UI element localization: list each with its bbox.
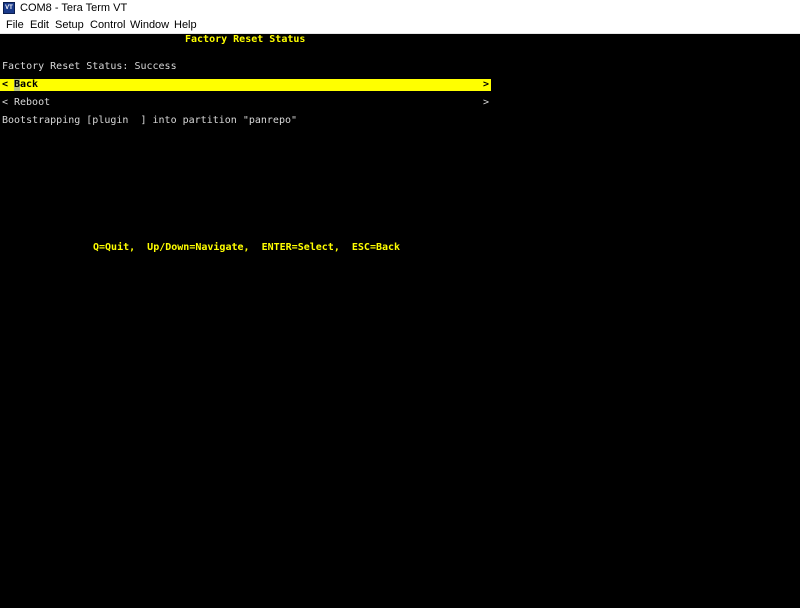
menu-file[interactable]: File <box>6 19 24 32</box>
menu-option-reboot[interactable]: < Reboot > <box>0 97 491 109</box>
menu-bar: File Edit Setup Control Window Help <box>0 17 800 34</box>
menu-edit[interactable]: Edit <box>30 19 49 32</box>
screen-header: Factory Reset Status <box>185 34 306 45</box>
menu-left-glyph: < <box>2 79 9 90</box>
tera-term-icon: VT <box>3 2 15 14</box>
key-help-line: Q=Quit, Up/Down=Navigate, ENTER=Select, … <box>93 242 401 253</box>
menu-window[interactable]: Window <box>130 19 169 32</box>
terminal-screen[interactable]: Factory Reset Status Factory Reset Statu… <box>0 34 800 608</box>
menu-option-label: Back <box>14 79 39 90</box>
title-bar[interactable]: VT COM8 - Tera Term VT <box>0 0 800 17</box>
window-title: COM8 - Tera Term VT <box>20 2 128 14</box>
menu-option-label: Reboot <box>14 97 51 108</box>
menu-option-back[interactable]: < Back > <box>0 79 491 91</box>
menu-help[interactable]: Help <box>174 19 197 32</box>
menu-right-glyph: > <box>482 79 489 90</box>
menu-right-glyph: > <box>482 97 489 108</box>
menu-control[interactable]: Control <box>90 19 125 32</box>
bootstrap-line: Bootstrapping [plugin ] into partition "… <box>2 115 298 126</box>
menu-left-glyph: < <box>2 97 9 108</box>
factory-reset-status-line: Factory Reset Status: Success <box>2 61 177 72</box>
tera-term-window: VT COM8 - Tera Term VT File Edit Setup C… <box>0 0 800 608</box>
menu-setup[interactable]: Setup <box>55 19 84 32</box>
